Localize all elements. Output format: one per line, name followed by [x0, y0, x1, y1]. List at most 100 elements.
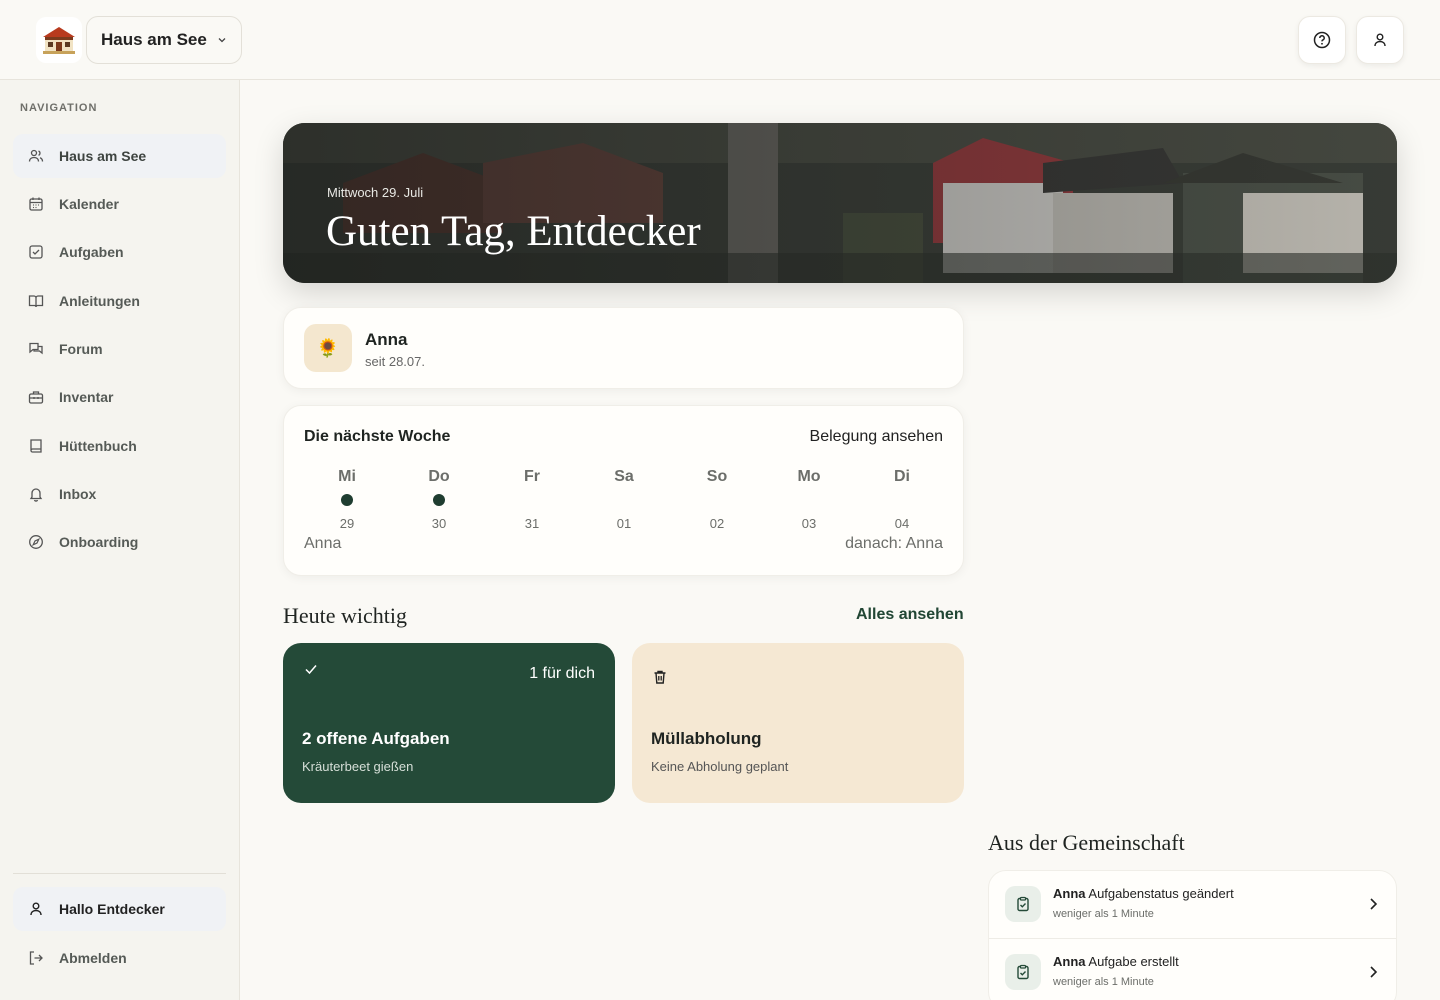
sidebar-user[interactable]: Hallo Entdecker — [13, 887, 226, 931]
user-icon — [30, 902, 42, 916]
feed-user: Anna — [1053, 954, 1086, 969]
clipboard-check-icon — [1005, 886, 1041, 922]
sidebar-item-label: Anleitungen — [59, 293, 140, 309]
sidebar-item-label: Kalender — [59, 196, 119, 212]
logout-label: Abmelden — [59, 950, 127, 966]
logout-icon — [29, 951, 43, 965]
avatar: 🌻 — [304, 324, 352, 372]
week-card: Die nächste Woche Belegung ansehen Mi 29… — [283, 405, 964, 576]
day-so: So 02 — [687, 468, 747, 531]
book-open-icon — [28, 295, 44, 308]
day-name: Di — [894, 468, 910, 485]
current-guest: Anna — [304, 535, 342, 552]
day-number: 30 — [431, 516, 447, 531]
toolbox-icon — [28, 391, 44, 404]
feed-action: Aufgabe erstellt — [1088, 954, 1179, 969]
week-title: Die nächste Woche — [304, 428, 451, 445]
bell-icon — [29, 488, 43, 502]
help-button[interactable] — [1298, 15, 1346, 64]
current-resident-card[interactable]: 🌻 Anna seit 28.07. — [283, 307, 964, 389]
day-mi: Mi 29 — [317, 468, 377, 531]
today-section-title: Heute wichtig — [283, 603, 408, 628]
sidebar-item-label: Inventar — [59, 389, 114, 405]
see-all-link[interactable]: Alles ansehen — [856, 606, 964, 624]
day-name: Sa — [614, 468, 634, 485]
community-section-title: Aus der Gemeinschaft — [988, 830, 1185, 855]
day-do: Do 30 — [409, 468, 469, 531]
sidebar-item-label: Hüttenbuch — [59, 438, 137, 454]
resident-name: Anna — [365, 330, 408, 349]
greeting-title: Guten Tag, Entdecker — [326, 208, 701, 255]
feed-text: Anna Aufgabenstatus geändert — [1053, 886, 1234, 901]
house-logo[interactable] — [36, 16, 82, 63]
help-circle-icon — [1313, 31, 1331, 48]
chat-icon — [29, 342, 43, 355]
resident-since: seit 28.07. — [365, 354, 425, 369]
day-number: 04 — [894, 516, 910, 531]
tasks-badge: 1 für dich — [529, 665, 595, 682]
next-guest: danach: Anna — [845, 535, 943, 552]
sidebar-item-label: Haus am See — [59, 148, 147, 164]
logout-button[interactable]: Abmelden — [13, 936, 226, 980]
sidebar-item-label: Onboarding — [59, 534, 139, 550]
top-actions — [1298, 15, 1404, 64]
top-bar: Haus am See — [0, 0, 1440, 80]
calendar-icon — [29, 197, 43, 211]
trash-pickup-tile[interactable]: Müllabholung Keine Abholung geplant — [632, 643, 964, 803]
trash-title: Müllabholung — [651, 729, 762, 748]
check-icon — [305, 665, 317, 675]
sidebar-item-haus-am-see[interactable]: Haus am See — [13, 134, 226, 178]
house-switcher[interactable]: Haus am See — [86, 15, 242, 64]
house-switcher-label: Haus am See — [101, 29, 207, 49]
hero-overlay — [283, 123, 1397, 283]
sidebar-item-aufgaben[interactable]: Aufgaben — [13, 230, 226, 274]
trash-subtitle: Keine Abholung geplant — [651, 759, 789, 774]
view-occupancy-link[interactable]: Belegung ansehen — [810, 428, 943, 446]
hero-date: Mittwoch 29. Juli — [327, 185, 424, 200]
sidebar-item-forum[interactable]: Forum — [13, 327, 226, 371]
feed-item[interactable]: Anna Aufgabe erstellt weniger als 1 Minu… — [989, 938, 1396, 1000]
sidebar-item-huettenbuch[interactable]: Hüttenbuch — [13, 424, 226, 468]
day-number: 29 — [339, 516, 355, 531]
day-name: Mi — [338, 468, 356, 485]
day-name: Fr — [524, 468, 540, 485]
day-name: Do — [428, 468, 450, 485]
clipboard-check-icon — [1005, 954, 1041, 990]
occupied-dot — [341, 494, 353, 506]
day-fr: Fr 31 — [502, 468, 562, 531]
sidebar-user-label: Hallo Entdecker — [59, 901, 165, 917]
day-name: So — [706, 468, 728, 485]
day-number: 31 — [524, 516, 540, 531]
sidebar-item-onboarding[interactable]: Onboarding — [13, 520, 226, 564]
users-icon — [28, 149, 44, 162]
sidebar-item-anleitungen[interactable]: Anleitungen — [13, 279, 226, 323]
chevron-right-icon — [1370, 966, 1378, 978]
chevron-down-icon — [218, 37, 226, 42]
user-icon — [1374, 33, 1386, 46]
feed-time: weniger als 1 Minute — [1053, 908, 1154, 920]
feed-time: weniger als 1 Minute — [1053, 976, 1154, 988]
brand: Haus am See — [36, 15, 242, 64]
profile-button[interactable] — [1356, 15, 1404, 64]
day-number: 01 — [616, 516, 632, 531]
day-sa: Sa 01 — [594, 468, 654, 531]
feed-item[interactable]: Anna Aufgabenstatus geändert weniger als… — [989, 871, 1396, 938]
hero-banner: Mittwoch 29. Juli Guten Tag, Entdecker — [283, 123, 1397, 283]
sidebar-item-label: Aufgaben — [59, 244, 124, 260]
feed-text: Anna Aufgabe erstellt — [1053, 954, 1179, 969]
sidebar-item-kalender[interactable]: Kalender — [13, 182, 226, 226]
tasks-subtitle: Kräuterbeet gießen — [302, 759, 414, 774]
day-name: Mo — [797, 468, 821, 485]
feed-action: Aufgabenstatus geändert — [1088, 886, 1234, 901]
sidebar-item-label: Forum — [59, 341, 103, 357]
open-tasks-tile[interactable]: 1 für dich 2 offene Aufgaben Kräuterbeet… — [283, 643, 615, 803]
sidebar-item-inbox[interactable]: Inbox — [13, 472, 226, 516]
sidebar: NAVIGATION Haus am See Kalender Aufgaben… — [0, 80, 240, 1000]
day-mo: Mo 03 — [779, 468, 839, 531]
sidebar-divider — [13, 873, 226, 874]
tasks-title: 2 offene Aufgaben — [302, 729, 450, 748]
day-number: 03 — [801, 516, 817, 531]
sidebar-item-inventar[interactable]: Inventar — [13, 375, 226, 419]
checkbox-icon — [29, 245, 43, 259]
feed-user: Anna — [1053, 886, 1086, 901]
